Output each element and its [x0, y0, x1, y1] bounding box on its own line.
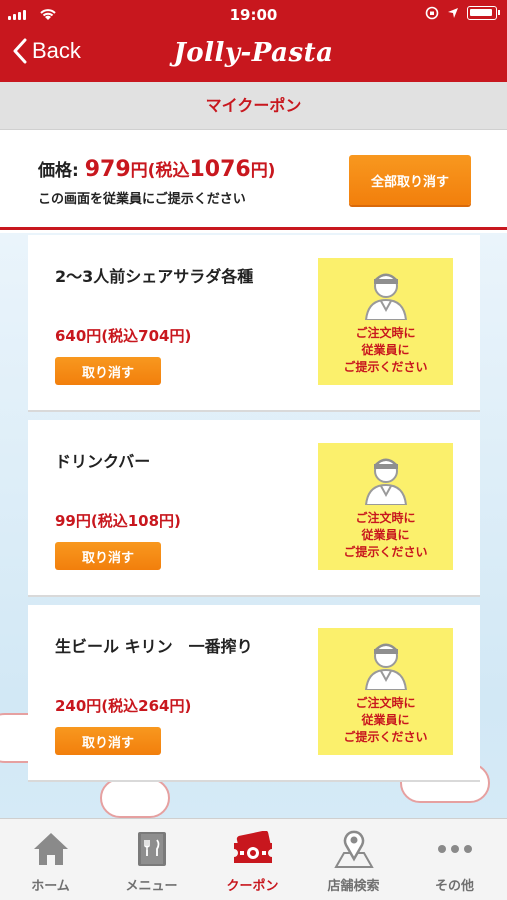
price-summary: 価格: 979円(税込1076円) この画面を従業員にご提示ください 全部取り消… — [0, 130, 507, 230]
coupon-name: 生ビール キリン 一番搾り — [55, 637, 253, 656]
tab-menu[interactable]: メニュー — [101, 819, 202, 900]
badge-line: ご注文時に — [355, 326, 416, 340]
tab-label: ホーム — [31, 879, 70, 894]
decorative-cloud — [100, 778, 170, 818]
tab-home[interactable]: ホーム — [0, 819, 101, 900]
total-price: 価格: 979円(税込1076円) — [38, 156, 275, 182]
tab-store-search[interactable]: 店舗検索 — [303, 819, 404, 900]
page-title-bar: マイクーポン — [0, 82, 507, 130]
tab-coupon[interactable]: クーポン — [202, 819, 303, 900]
badge-line: 従業員に — [361, 713, 410, 727]
cancel-all-button[interactable]: 全部取り消す — [349, 155, 471, 205]
badge-line: ご提示ください — [343, 730, 428, 744]
battery-icon — [467, 6, 500, 20]
nav-bar: Back Jolly-Pasta — [0, 30, 507, 82]
price-unit: 円 — [130, 161, 148, 181]
tab-label: 店舗検索 — [327, 879, 380, 894]
menu-book-icon — [137, 832, 166, 866]
coupon-ticket-icon — [233, 831, 272, 863]
staff-person-icon — [364, 458, 408, 505]
location-arrow-icon — [448, 8, 458, 18]
coupon-card: 生ビール キリン 一番搾り 240円(税込264円) 取り消す ご注文時に 従業… — [28, 605, 480, 782]
staff-person-icon — [364, 643, 408, 690]
tax-close: 円) — [250, 161, 276, 181]
more-dots-icon — [437, 845, 472, 853]
show-staff-badge: ご注文時に 従業員に ご提示ください — [318, 443, 453, 570]
tab-more[interactable]: その他 — [404, 819, 505, 900]
status-bar: 19:00 — [0, 0, 507, 30]
cancel-coupon-button[interactable]: 取り消す — [55, 357, 161, 385]
coupon-price: 240円(税込264円) — [55, 697, 192, 715]
tab-label: クーポン — [226, 879, 279, 894]
cancel-coupon-button[interactable]: 取り消す — [55, 542, 161, 570]
badge-line: 従業員に — [361, 343, 410, 357]
tax-open: (税込 — [147, 161, 190, 181]
show-staff-badge: ご注文時に 従業員に ご提示ください — [318, 258, 453, 385]
tab-label: メニュー — [125, 879, 178, 894]
tax-price-value: 1076 — [189, 157, 251, 182]
coupon-card: 2〜3人前シェアサラダ各種 640円(税込704円) 取り消す ご注文時に 従業… — [28, 235, 480, 412]
badge-line: ご提示ください — [343, 545, 428, 559]
page-title: マイクーポン — [205, 96, 302, 115]
coupon-name: 2〜3人前シェアサラダ各種 — [55, 267, 254, 286]
map-pin-icon — [333, 830, 374, 868]
show-staff-badge: ご注文時に 従業員に ご提示ください — [318, 628, 453, 755]
price-label: 価格: — [38, 161, 79, 181]
cancel-coupon-button[interactable]: 取り消す — [55, 727, 161, 755]
show-staff-hint: この画面を従業員にご提示ください — [38, 192, 246, 207]
coupon-price: 99円(税込108円) — [55, 512, 181, 530]
coupon-price: 640円(税込704円) — [55, 327, 192, 345]
top-bar: 19:00 Back Jolly-Pasta — [0, 0, 507, 82]
badge-line: ご提示ください — [343, 360, 428, 374]
tab-label: その他 — [434, 879, 474, 894]
badge-line: 従業員に — [361, 528, 410, 542]
staff-person-icon — [364, 273, 408, 320]
coupon-name: ドリンクバー — [55, 452, 151, 471]
bottom-tab-bar: ホーム メニュー クーポン 店舗検索 その他 — [0, 818, 507, 900]
coupon-card: ドリンクバー 99円(税込108円) 取り消す ご注文時に 従業員に ご提示くだ… — [28, 420, 480, 597]
badge-line: ご注文時に — [355, 511, 416, 525]
home-icon — [33, 833, 68, 865]
price-value: 979 — [84, 157, 131, 182]
badge-line: ご注文時に — [355, 696, 416, 710]
rotation-lock-icon — [425, 6, 439, 20]
jolly-pasta-logo: Jolly-Pasta — [173, 38, 334, 68]
